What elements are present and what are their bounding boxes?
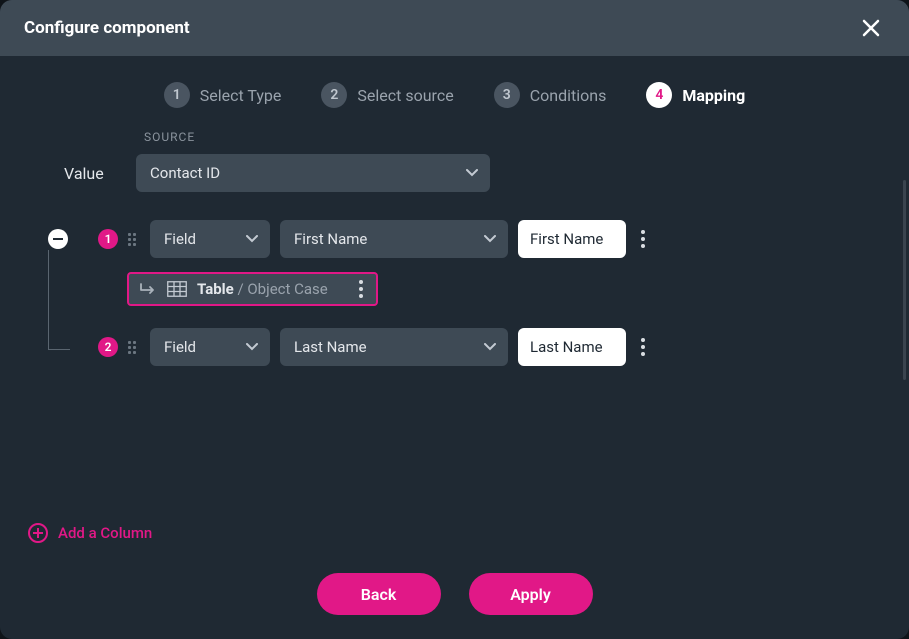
tree-connector-vertical [48, 250, 49, 350]
chevron-down-icon [484, 343, 496, 351]
add-column-label: Add a Column [58, 524, 152, 542]
plus-icon [28, 523, 48, 543]
step-mapping[interactable]: 4 Mapping [646, 82, 745, 108]
source-value-row: Value Contact ID [24, 154, 885, 192]
step-number: 4 [646, 82, 672, 108]
chevron-down-icon [246, 343, 258, 351]
source-value-dropdown[interactable]: Contact ID [136, 154, 490, 192]
source-section: SOURCE Value Contact ID [24, 130, 885, 192]
modal-footer: Back Apply [0, 553, 909, 639]
row-type-dropdown[interactable]: Field [150, 328, 270, 366]
collapse-button[interactable] [48, 229, 68, 249]
dropdown-selected: Field [164, 338, 196, 356]
step-label: Select Type [200, 86, 282, 105]
mapping-row: 1 Field First Name [24, 220, 885, 258]
dropdown-selected: Last Name [294, 338, 367, 356]
apply-button[interactable]: Apply [469, 573, 593, 615]
close-icon [861, 18, 881, 38]
dropdown-selected: Contact ID [150, 164, 220, 182]
row-name-input[interactable] [518, 328, 626, 366]
nested-mapping: Table / Object Case [127, 272, 885, 306]
nested-label: Table / Object Case [197, 280, 328, 298]
chevron-down-icon [246, 235, 258, 243]
drag-handle-icon[interactable] [128, 341, 140, 354]
chevron-down-icon [484, 235, 496, 243]
chevron-down-icon [466, 169, 478, 177]
add-column-button[interactable]: Add a Column [28, 523, 152, 543]
step-select-source[interactable]: 2 Select source [321, 82, 453, 108]
dropdown-selected: Field [164, 230, 196, 248]
dropdown-selected: First Name [294, 230, 367, 248]
row-number-badge: 1 [98, 229, 118, 249]
step-conditions[interactable]: 3 Conditions [494, 82, 607, 108]
configure-component-modal: Configure component 1 Select Type 2 Sele… [0, 0, 909, 639]
nested-table-mapping[interactable]: Table / Object Case [127, 272, 378, 306]
wizard-steps: 1 Select Type 2 Select source 3 Conditio… [0, 56, 909, 130]
source-section-label: SOURCE [144, 130, 885, 144]
scrollbar[interactable] [903, 180, 906, 380]
return-arrow-icon [139, 282, 157, 296]
row-type-dropdown[interactable]: Field [150, 220, 270, 258]
step-label: Mapping [682, 86, 745, 105]
row-source-dropdown[interactable]: Last Name [280, 328, 508, 366]
step-label: Select source [357, 86, 453, 105]
row-name-input[interactable] [518, 220, 626, 258]
modal-body: SOURCE Value Contact ID 1 Field [0, 130, 909, 553]
step-label: Conditions [530, 86, 607, 105]
step-number: 2 [321, 82, 347, 108]
row-source-dropdown[interactable]: First Name [280, 220, 508, 258]
modal-title: Configure component [24, 18, 190, 38]
nested-actions-menu[interactable] [354, 280, 368, 298]
value-label: Value [24, 164, 136, 183]
mapping-row: 2 Field Last Name [24, 328, 885, 366]
table-icon [167, 281, 187, 297]
modal-header: Configure component [0, 0, 909, 56]
row-number-badge: 2 [98, 337, 118, 357]
close-button[interactable] [857, 14, 885, 42]
row-actions-menu[interactable] [636, 338, 650, 356]
step-number: 1 [164, 82, 190, 108]
mapping-rows: 1 Field First Name Table / Objec [24, 220, 885, 366]
row-actions-menu[interactable] [636, 230, 650, 248]
step-number: 3 [494, 82, 520, 108]
back-button[interactable]: Back [317, 573, 441, 615]
tree-connector-horizontal [48, 349, 70, 350]
drag-handle-icon[interactable] [128, 233, 140, 246]
step-select-type[interactable]: 1 Select Type [164, 82, 282, 108]
